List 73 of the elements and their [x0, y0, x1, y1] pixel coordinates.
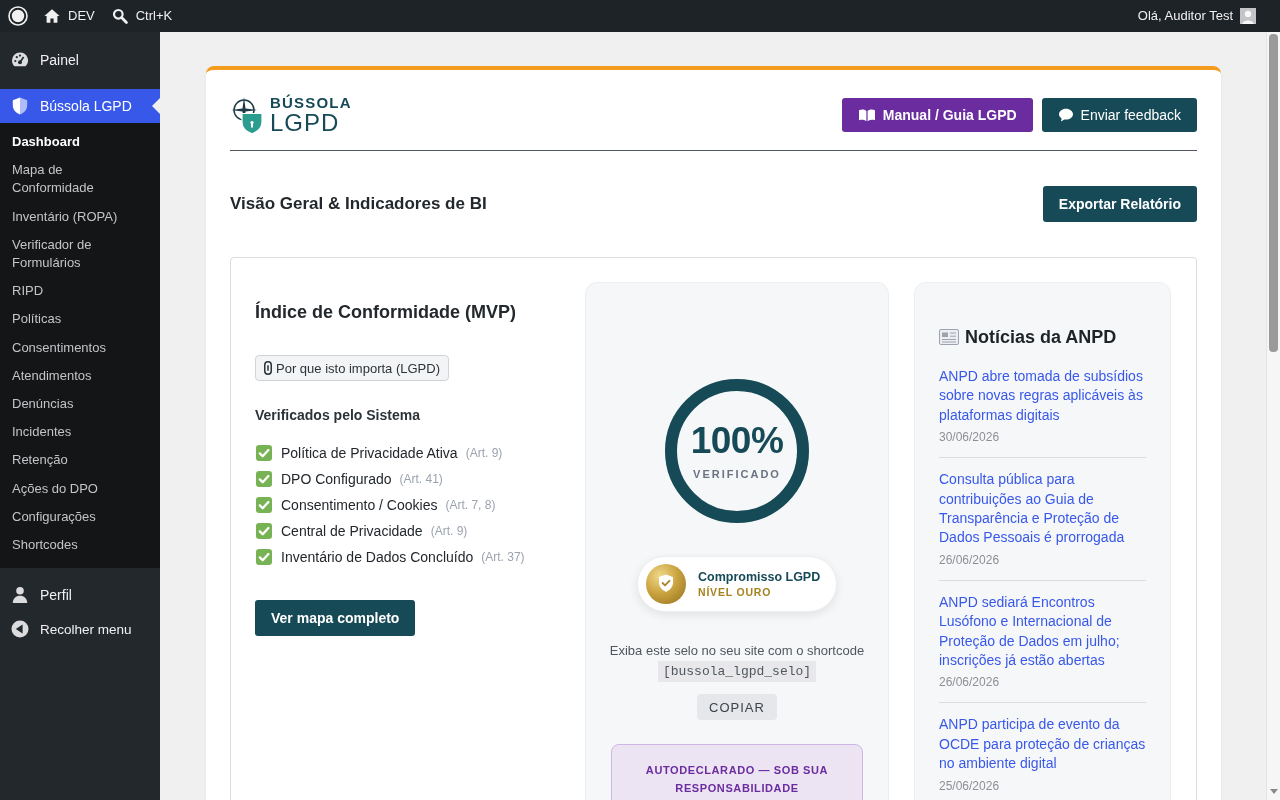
collapse-icon — [10, 619, 30, 640]
logo-icon[interactable] — [8, 6, 28, 26]
check-label: DPO Configurado — [281, 471, 392, 487]
submenu-item[interactable]: Denúncias — [0, 390, 160, 419]
seal-title: Compromisso LGPD — [698, 569, 821, 585]
scrollbar[interactable] — [1266, 32, 1280, 800]
score-label: VERIFICADO — [693, 467, 781, 481]
search-icon — [111, 8, 128, 24]
news-link[interactable]: ANPD abre tomada de subsídios sobre novas regras aplicáveis às plataformas digitais — [939, 367, 1146, 426]
manual-guide-button[interactable]: Manual / Guia LGPD — [841, 98, 1033, 132]
search-link[interactable]: Ctrl+K — [111, 0, 173, 32]
article-reference: (Art. 37) — [481, 550, 525, 564]
scroll-down-icon[interactable] — [1270, 789, 1278, 794]
shield-icon — [10, 96, 30, 116]
export-report-button[interactable]: Exportar Relatório — [1042, 186, 1197, 222]
submenu-item[interactable]: Configurações — [0, 502, 160, 532]
news-date: 26/06/2026 — [939, 674, 1001, 691]
home-icon — [44, 8, 60, 24]
submenu-item[interactable]: Incidentes — [0, 418, 160, 447]
account-link[interactable]: Olá, Auditor Test — [1137, 0, 1256, 32]
news-date: 25/06/2026 — [939, 777, 1001, 794]
check-label: Central de Privacidade — [281, 523, 423, 539]
submenu-item[interactable]: Shortcodes — [0, 531, 160, 560]
submenu-item[interactable]: Retenção — [0, 446, 160, 475]
page-title: Visão Geral & Indicadores de BI — [230, 193, 487, 215]
article-reference: (Art. 41) — [399, 472, 443, 486]
avatar-icon — [1240, 8, 1256, 24]
menu-item[interactable]: Perfil — [0, 578, 160, 613]
brand-subtitle: LGPD — [270, 111, 341, 135]
speech-bubble-icon — [1057, 107, 1074, 123]
article-reference: (Art. 9) — [465, 446, 503, 460]
article-reference: (Art. 7, 8) — [445, 498, 496, 512]
scrollbar-thumb[interactable] — [1269, 34, 1278, 352]
person-icon — [10, 585, 30, 606]
submenu-item[interactable]: Dashboard — [0, 128, 160, 157]
check-label: Inventário de Dados Concluído — [281, 549, 474, 565]
collapse-menu-button[interactable]: Recolher menu — [0, 612, 160, 647]
feedback-button[interactable]: Enviar feedback — [1041, 98, 1197, 132]
view-map-button[interactable]: Ver mapa completo — [255, 600, 416, 636]
check-label: Consentimento / Cookies — [281, 497, 438, 513]
submenu-item[interactable]: Políticas — [0, 305, 160, 334]
submenu-item[interactable]: Ações do DPO — [0, 474, 160, 503]
self-declared-notice: AUTODECLARADO — SOB SUA RESPONSABILIDADE — [611, 744, 863, 800]
news-link[interactable]: ANPD participa de evento da OCDE para proteção de crianças no ambiente digital — [939, 715, 1146, 774]
news-link[interactable]: ANPD sediará Encontros Lusófono e Internacional de Proteção de Dados em julho; inscrições já estão abertas — [939, 592, 1146, 671]
shortcode-hint: Exiba este selo no seu site com o shortcode — [609, 642, 865, 660]
brand-name: BÚSSOLA — [270, 95, 352, 111]
submenu-item[interactable]: Consentimentos — [0, 333, 160, 362]
checks-title: Verificados pelo Sistema — [255, 406, 420, 425]
menu-item[interactable]: Bússola LGPD — [0, 89, 160, 123]
menu-item[interactable]: Painel — [0, 43, 160, 77]
news-date: 30/06/2026 — [939, 429, 1001, 446]
submenu-item[interactable]: Mapa de Conformidade — [0, 156, 160, 203]
medal-icon — [646, 564, 686, 604]
submenu-item[interactable]: RIPD — [0, 277, 160, 306]
shortcode-text: [bussola_lgpd_selo] — [657, 661, 817, 682]
submenu-item[interactable]: Atendimentos — [0, 361, 160, 391]
check-label: Política de Privacidade Ativa — [281, 445, 458, 461]
news-date: 26/06/2026 — [939, 551, 1001, 568]
book-icon — [857, 108, 876, 122]
newspaper-icon — [939, 329, 959, 345]
capsule-icon — [264, 361, 272, 375]
compliance-title: Índice de Conformidade (MVP) — [255, 300, 517, 324]
copy-button[interactable]: COPIAR — [697, 694, 777, 720]
tier-label: NÍVEL OURO — [698, 584, 773, 599]
news-link[interactable]: Consulta pública para contribuições ao Guia de Transparência e Proteção de Dados Pessoais é prorrogada — [939, 470, 1146, 548]
site-link[interactable]: DEV — [44, 0, 95, 32]
news-title: Notícias da ANPD — [965, 326, 1117, 349]
score-value: 100% — [690, 421, 784, 461]
info-button[interactable]: Por que isto importa (LGPD) — [255, 355, 449, 381]
submenu-item[interactable]: Verificador de Formulários — [0, 230, 160, 278]
submenu-item[interactable]: Inventário (ROPA) — [0, 202, 160, 231]
article-reference: (Art. 9) — [430, 524, 468, 538]
